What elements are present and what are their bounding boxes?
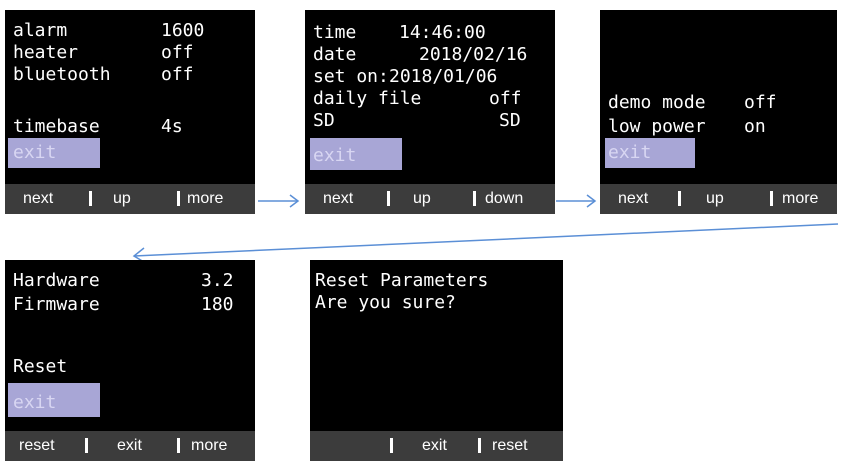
row-value: SD <box>499 110 521 131</box>
row-value: 2018/01/06 <box>389 66 498 87</box>
softkey-bar: exit reset <box>310 431 563 461</box>
row-label: Firmware <box>13 294 100 315</box>
softkey-separator <box>390 438 393 453</box>
row-label: date <box>313 44 357 65</box>
screen-reset-confirm: Reset Parameters Are you sure? exit rese… <box>310 260 563 461</box>
softkey-bar: reset exit more <box>5 431 255 461</box>
softkey-separator <box>85 438 88 453</box>
exit-item[interactable]: exit <box>608 142 651 164</box>
row-value: off <box>744 92 777 113</box>
screen-settings-3: demo mode off low power on exit next up … <box>600 10 837 214</box>
softkey-middle[interactable]: up <box>413 190 431 208</box>
row-label: low power <box>608 116 706 137</box>
softkey-right[interactable]: more <box>782 190 818 208</box>
softkey-separator <box>89 191 92 206</box>
exit-item[interactable]: exit <box>313 145 356 167</box>
row-value: off <box>489 88 522 109</box>
softkey-separator <box>770 191 773 206</box>
softkey-middle[interactable]: up <box>706 190 724 208</box>
arrow-s3-to-s4 <box>133 223 839 257</box>
row-value: 3.2 <box>201 270 234 291</box>
row-value: 14:46:00 <box>399 22 486 43</box>
softkey-left[interactable]: next <box>618 190 648 208</box>
softkey-separator <box>478 438 481 453</box>
softkey-separator <box>177 438 180 453</box>
softkey-separator <box>177 191 180 206</box>
softkey-bar: next up down <box>305 184 555 214</box>
softkey-middle[interactable]: exit <box>422 437 447 455</box>
softkey-right[interactable]: more <box>187 190 223 208</box>
softkey-separator <box>678 191 681 206</box>
softkey-right[interactable]: more <box>191 437 227 455</box>
row-label: demo mode <box>608 92 706 113</box>
confirm-title: Reset Parameters <box>315 270 489 291</box>
row-value: on <box>744 116 766 137</box>
row-label: SD <box>313 110 335 131</box>
row-label: heater <box>13 42 79 63</box>
softkey-separator <box>387 191 390 206</box>
softkey-bar: next up more <box>600 184 837 214</box>
softkey-left[interactable]: reset <box>19 437 55 455</box>
exit-item[interactable]: exit <box>13 142 56 164</box>
row-label: set on: <box>313 66 389 87</box>
screen-settings-2: time 14:46:00 date 2018/02/16 set on: 20… <box>305 10 555 214</box>
softkey-right[interactable]: down <box>485 190 523 208</box>
row-value: 180 <box>201 294 234 315</box>
row-label: timebase <box>13 116 100 137</box>
row-value: 1600 <box>161 20 205 41</box>
screen-info: Hardware 3.2 Firmware 180 Reset exit res… <box>5 260 255 461</box>
screen-settings-1: alarm 1600 heater off bluetooth off time… <box>5 10 255 214</box>
row-label: daily file <box>313 88 422 109</box>
softkey-left[interactable]: next <box>23 190 53 208</box>
softkey-middle[interactable]: up <box>113 190 131 208</box>
softkey-middle[interactable]: exit <box>117 437 142 455</box>
row-label: time <box>313 22 357 43</box>
row-value: off <box>161 64 194 85</box>
softkey-separator <box>473 191 476 206</box>
row-value: 2018/02/16 <box>419 44 528 65</box>
row-label: Hardware <box>13 270 100 291</box>
row-value: 4s <box>161 116 183 137</box>
exit-item[interactable]: exit <box>13 392 56 414</box>
reset-item[interactable]: Reset <box>13 356 67 378</box>
row-label: alarm <box>13 20 68 41</box>
softkey-left[interactable]: next <box>323 190 353 208</box>
confirm-question: Are you sure? <box>315 292 456 313</box>
softkey-right[interactable]: reset <box>492 437 528 455</box>
softkey-bar: next up more <box>5 184 255 214</box>
row-value: off <box>161 42 194 63</box>
row-label: bluetooth <box>13 64 111 85</box>
